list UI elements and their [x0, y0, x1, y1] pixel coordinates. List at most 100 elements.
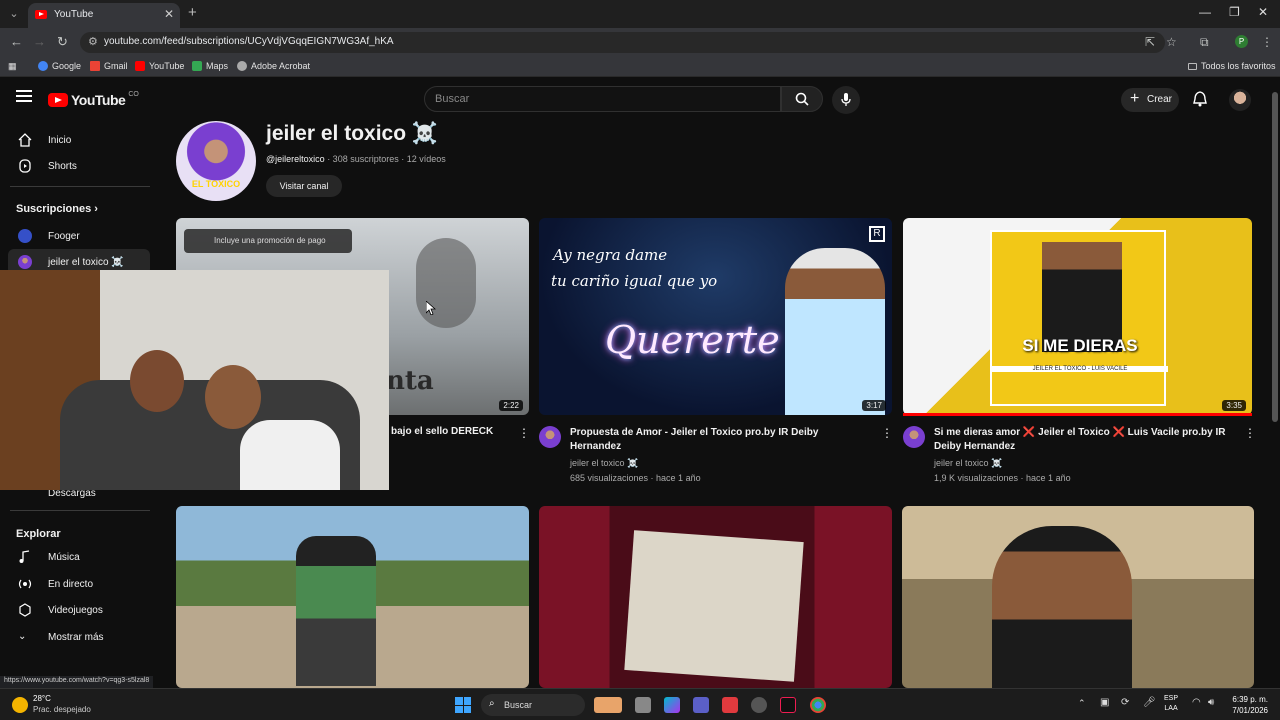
- search-input[interactable]: Buscar: [424, 86, 781, 112]
- search-icon: ⌕: [489, 698, 495, 709]
- video-channel-avatar[interactable]: [539, 426, 561, 448]
- tray-sync-icon[interactable]: ⟳: [1121, 697, 1129, 708]
- tab-search-icon[interactable]: ⌄: [4, 4, 24, 24]
- tiktok-icon[interactable]: [780, 697, 796, 713]
- window-close-icon[interactable]: ✕: [1258, 5, 1268, 19]
- video-duration: 3:17: [862, 400, 886, 411]
- video-title[interactable]: Si me dieras amor ❌ Jeiler el Toxico ❌ L…: [934, 426, 1239, 454]
- sidebar-divider: [10, 510, 150, 511]
- scrollbar-thumb[interactable]: [1272, 92, 1278, 422]
- bookmark-google[interactable]: Google: [38, 61, 81, 71]
- bookmark-maps[interactable]: Maps: [192, 61, 228, 71]
- video-stats: 685 visualizaciones · hace 1 año: [570, 473, 701, 483]
- menu-hamburger-icon[interactable]: [16, 90, 32, 102]
- extensions-icon[interactable]: ⧉: [1200, 35, 1209, 50]
- visit-channel-button[interactable]: Visitar canal: [266, 175, 342, 197]
- maximize-icon[interactable]: ❐: [1229, 5, 1240, 19]
- widget-icon[interactable]: [594, 697, 622, 713]
- youtube-header: YouTube CO Buscar + Crear: [0, 80, 1270, 118]
- sidebar-item-videojuegos[interactable]: Videojuegos: [0, 597, 150, 623]
- all-bookmarks[interactable]: Todos los favoritos: [1188, 61, 1276, 71]
- more-options-icon[interactable]: ⋮: [518, 426, 530, 440]
- site-info-icon[interactable]: ⚙: [88, 35, 98, 48]
- voice-search-button[interactable]: [832, 86, 860, 114]
- video-duration: 2:22: [499, 400, 523, 411]
- fooger-avatar: [18, 229, 32, 243]
- more-options-icon[interactable]: ⋮: [881, 426, 893, 440]
- video-thumbnail[interactable]: [902, 506, 1254, 688]
- wifi-icon[interactable]: ◠: [1192, 697, 1201, 708]
- shorts-icon: [19, 159, 31, 173]
- apps-grid-icon[interactable]: ▦: [8, 61, 17, 72]
- video-channel-avatar[interactable]: [903, 426, 925, 448]
- teams-icon[interactable]: [693, 697, 709, 713]
- search-button[interactable]: [781, 86, 823, 112]
- channel-stats: · 308 suscriptores · 12 vídeos: [327, 154, 446, 164]
- browser-menu-icon[interactable]: ⋮: [1261, 35, 1273, 49]
- profile-avatar[interactable]: P: [1235, 35, 1248, 48]
- taskbar-search[interactable]: ⌕ Buscar: [481, 694, 585, 716]
- channel-handle: @jeilereltoxico: [266, 154, 325, 164]
- copilot-icon[interactable]: [664, 697, 680, 713]
- bookmark-star-icon[interactable]: ☆: [1166, 35, 1177, 49]
- page-scrollbar[interactable]: [1270, 80, 1280, 688]
- minimize-icon[interactable]: —: [1199, 5, 1211, 19]
- channel-name[interactable]: jeiler el toxico ☠️: [266, 122, 438, 146]
- bookmark-adobe-acrobat[interactable]: Adobe Acrobat: [237, 61, 310, 71]
- reload-icon[interactable]: ↻: [57, 34, 68, 50]
- wps-icon[interactable]: [722, 697, 738, 713]
- youtube-favicon-icon: [35, 10, 47, 19]
- volume-icon[interactable]: 🔊︎: [1208, 697, 1214, 708]
- explore-header: Explorar: [16, 528, 61, 540]
- clock[interactable]: 6:39 p. m. 7/01/2026: [1228, 694, 1268, 716]
- thumbnail-figure: [416, 238, 476, 328]
- video-thumbnail[interactable]: Ay negra dame tu cariño igual que yo Que…: [539, 218, 892, 415]
- url-field[interactable]: ⚙ youtube.com/feed/subscriptions/UCyVdjV…: [80, 32, 1165, 53]
- video-title[interactable]: Propuesta de Amor - Jeiler el Toxico pro…: [570, 426, 870, 454]
- app-icon[interactable]: [751, 697, 767, 713]
- youtube-logo[interactable]: YouTube CO: [48, 91, 139, 108]
- video-title[interactable]: bajo el sello DERECK: [391, 425, 516, 439]
- sidebar-item-mostrar-mas[interactable]: ⌄ Mostrar más: [0, 624, 150, 650]
- windows-start-icon[interactable]: [455, 697, 471, 713]
- new-tab-icon[interactable]: +: [188, 4, 197, 21]
- sidebar-item-en-directo[interactable]: En directo: [0, 571, 150, 597]
- subscription-fooger[interactable]: Fooger: [0, 223, 150, 249]
- video-thumbnail[interactable]: [176, 506, 529, 688]
- youtube-play-icon: [48, 93, 68, 107]
- paid-promotion-badge[interactable]: Incluye una promoción de pago: [184, 229, 352, 253]
- sidebar-item-musica[interactable]: Música: [0, 544, 150, 570]
- chrome-icon[interactable]: [810, 697, 826, 713]
- bookmark-gmail[interactable]: Gmail: [90, 61, 128, 71]
- bookmark-youtube[interactable]: YouTube: [135, 61, 184, 71]
- subscriptions-header[interactable]: Suscripciones ›: [16, 203, 98, 215]
- browser-tab-youtube[interactable]: YouTube ✕: [28, 3, 180, 28]
- channel-avatar[interactable]: EL TOXICO: [176, 121, 256, 201]
- weather-temp: 28°C: [33, 694, 51, 703]
- sidebar-item-shorts[interactable]: Shorts: [0, 153, 150, 179]
- video-channel-name[interactable]: jeiler el toxico ☠️: [934, 456, 1002, 470]
- gaming-icon: [19, 603, 31, 617]
- tray-app-icon[interactable]: ▣: [1100, 697, 1109, 708]
- tray-chevron-icon[interactable]: ⌃: [1078, 698, 1086, 709]
- address-bar-row: ← → ↻ ⚙ youtube.com/feed/subscriptions/U…: [0, 28, 1280, 57]
- language-indicator[interactable]: ESP LAA: [1164, 694, 1178, 714]
- notifications-bell-icon[interactable]: [1193, 91, 1207, 107]
- back-icon[interactable]: ←: [10, 34, 23, 49]
- account-avatar[interactable]: [1229, 89, 1251, 111]
- sidebar-item-inicio[interactable]: Inicio: [0, 127, 150, 153]
- tab-title: YouTube: [54, 9, 94, 20]
- video-thumbnail[interactable]: [539, 506, 892, 688]
- create-button[interactable]: + Crear: [1121, 88, 1179, 112]
- forward-icon[interactable]: →: [33, 34, 46, 49]
- sidebar-divider: [10, 186, 150, 187]
- video-channel-name[interactable]: jeiler el toxico ☠️: [570, 456, 638, 470]
- close-tab-icon[interactable]: ✕: [164, 7, 174, 21]
- install-icon[interactable]: ⇱: [1145, 35, 1155, 49]
- weather-icon[interactable]: [12, 697, 28, 713]
- channel-watermark-icon: R: [869, 226, 885, 242]
- file-explorer-icon[interactable]: [635, 697, 651, 713]
- more-options-icon[interactable]: ⋮: [1244, 426, 1256, 440]
- video-thumbnail[interactable]: SI ME DIERAS JEILER EL TOXICO - LUIS VAC…: [903, 218, 1252, 415]
- tray-mic-icon[interactable]: 🎤︎: [1143, 697, 1156, 708]
